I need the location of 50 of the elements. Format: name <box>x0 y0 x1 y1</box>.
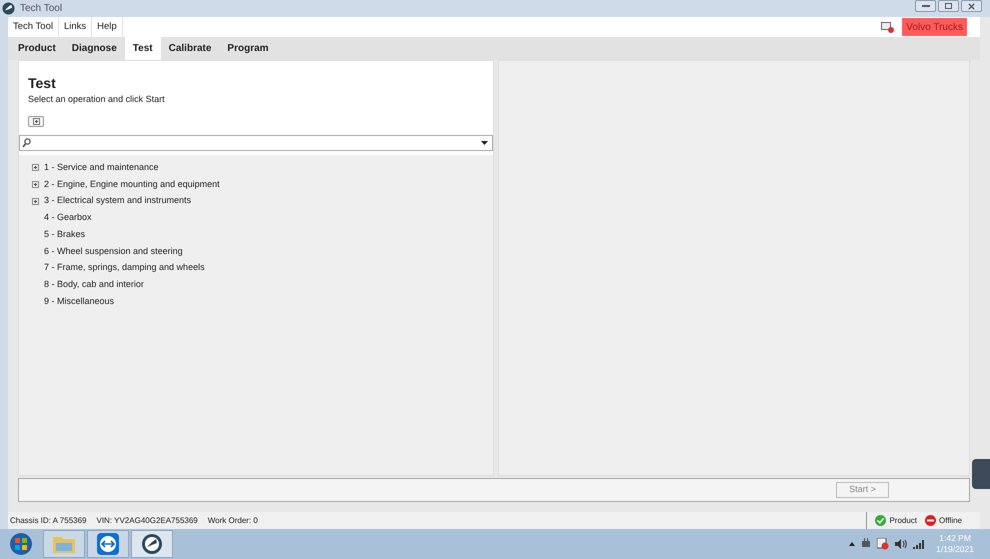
clock-time: 1:42 PM <box>939 533 971 544</box>
no-entry-icon <box>925 515 936 526</box>
brand-badge: Volvo Trucks <box>902 18 967 36</box>
connection-status: Offline <box>939 514 962 526</box>
tab[interactable]: Program <box>219 37 277 60</box>
work-order: Work Order: 0 <box>208 514 258 526</box>
expand-icon[interactable] <box>32 164 39 172</box>
app-logo-icon <box>2 2 15 15</box>
tree-item[interactable]: 4 - Gearbox <box>44 211 92 225</box>
tech-tool-taskbar-icon[interactable] <box>131 530 173 558</box>
tray-arrow-icon[interactable] <box>849 542 856 546</box>
checkmark-icon <box>875 515 886 526</box>
volume-icon[interactable] <box>895 539 908 549</box>
expand-icon[interactable] <box>32 181 39 188</box>
chassis-id: Chassis ID: A 755369 <box>10 514 86 526</box>
panel-subtitle: Select an operation and click Start <box>28 93 166 106</box>
panel-title: Test <box>28 75 57 91</box>
search-icon <box>22 138 31 148</box>
restore-button[interactable] <box>938 0 959 12</box>
tree-item[interactable]: 1 - Service and maintenance <box>44 161 159 175</box>
tab[interactable]: Product <box>10 37 64 60</box>
side-tab-handle[interactable] <box>972 459 990 489</box>
close-button[interactable] <box>961 0 982 12</box>
close-icon <box>968 2 975 10</box>
monitor-alert-icon <box>881 22 894 32</box>
window-title: Tech Tool <box>20 2 62 16</box>
search-field[interactable] <box>19 134 493 150</box>
tab[interactable]: Test <box>124 37 161 60</box>
remote-app-taskbar-icon[interactable] <box>87 530 129 558</box>
tree-item[interactable]: 9 - Miscellaneous <box>44 294 114 308</box>
clock-date: 1/19/2021 <box>936 544 974 555</box>
windows-logo-icon <box>9 532 33 556</box>
tree-item[interactable]: 7 - Frame, springs, damping and wheels <box>44 261 205 275</box>
dropdown-arrow-icon[interactable] <box>481 140 488 144</box>
power-plug-icon[interactable] <box>861 538 872 550</box>
vin-label: VIN: YV2AG40G2EA755369 <box>96 514 198 526</box>
flag-alert-icon[interactable] <box>877 538 890 550</box>
plus-icon <box>32 118 40 124</box>
tree-item[interactable]: 2 - Engine, Engine mounting and equipment <box>44 178 220 192</box>
tree-item[interactable]: 3 - Electrical system and instruments <box>44 194 192 208</box>
expand-icon[interactable] <box>32 198 39 205</box>
tab[interactable]: Diagnose <box>64 37 125 60</box>
tab[interactable]: Calibrate <box>160 37 220 60</box>
tree-item[interactable]: 8 - Body, cab and interior <box>44 278 144 292</box>
signal-bars-icon[interactable] <box>913 540 924 548</box>
product-status: Product <box>889 514 918 526</box>
tree-item[interactable]: 5 - Brakes <box>44 228 86 242</box>
minimize-button[interactable] <box>915 0 936 12</box>
tree-item[interactable]: 6 - Wheel suspension and steering <box>44 244 183 258</box>
expand-all-button[interactable] <box>28 116 44 126</box>
